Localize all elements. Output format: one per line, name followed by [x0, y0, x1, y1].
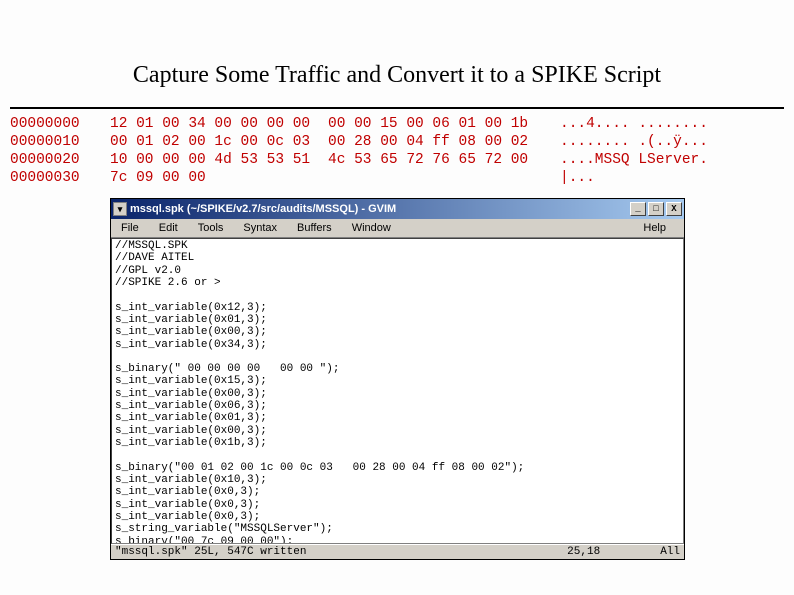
menu-window[interactable]: Window — [346, 221, 405, 235]
menu-help[interactable]: Help — [637, 221, 680, 235]
hex-dump: 0000000012 01 00 34 00 00 00 0000 00 15 … — [10, 107, 784, 188]
minimize-button[interactable]: _ — [630, 202, 646, 216]
gvim-window: ▾ mssql.spk (~/SPIKE/v2.7/src/audits/MSS… — [110, 198, 685, 560]
page-title: Capture Some Traffic and Convert it to a… — [0, 0, 794, 89]
hex-bytes: 10 00 00 00 4d 53 53 51 — [110, 151, 328, 169]
statusbar: "mssql.spk" 25L, 547C written 25,18 All — [111, 544, 684, 559]
status-file: "mssql.spk" 25L, 547C written — [115, 546, 567, 558]
status-scroll-mode: All — [660, 546, 680, 558]
window-title: mssql.spk (~/SPIKE/v2.7/src/audits/MSSQL… — [130, 203, 628, 215]
titlebar[interactable]: ▾ mssql.spk (~/SPIKE/v2.7/src/audits/MSS… — [111, 199, 684, 219]
hex-bytes: 7c 09 00 00 — [110, 169, 328, 187]
close-button[interactable]: X — [666, 202, 682, 216]
menu-file[interactable]: File — [115, 221, 153, 235]
hex-offset: 00000010 — [10, 133, 110, 151]
hex-offset: 00000000 — [10, 115, 110, 133]
hex-bytes: 00 00 15 00 06 01 00 1b — [328, 115, 560, 133]
editor-text-area[interactable]: //MSSQL.SPK //DAVE AITEL //GPL v2.0 //SP… — [111, 238, 684, 544]
menu-edit[interactable]: Edit — [153, 221, 192, 235]
hex-offset: 00000020 — [10, 151, 110, 169]
hex-ascii: ...4.... ........ — [560, 115, 708, 133]
maximize-button[interactable]: □ — [648, 202, 664, 216]
hex-ascii: ....MSSQ LServer. — [560, 151, 708, 169]
hex-ascii: ........ .(..ÿ... — [560, 133, 708, 151]
hex-bytes: 12 01 00 34 00 00 00 00 — [110, 115, 328, 133]
menubar: File Edit Tools Syntax Buffers Window He… — [111, 219, 684, 238]
hex-offset: 00000030 — [10, 169, 110, 187]
hex-row: 0000000012 01 00 34 00 00 00 0000 00 15 … — [10, 115, 784, 133]
hex-row: 000000307c 09 00 00 |... — [10, 169, 784, 187]
hex-ascii: |... — [560, 169, 595, 187]
menu-tools[interactable]: Tools — [192, 221, 238, 235]
hex-bytes: 00 01 02 00 1c 00 0c 03 — [110, 133, 328, 151]
hex-bytes: 00 28 00 04 ff 08 00 02 — [328, 133, 560, 151]
status-cursor-position: 25,18 — [567, 546, 600, 558]
hex-bytes: 4c 53 65 72 76 65 72 00 — [328, 151, 560, 169]
hex-row: 0000001000 01 02 00 1c 00 0c 0300 28 00 … — [10, 133, 784, 151]
hex-row: 0000002010 00 00 00 4d 53 53 514c 53 65 … — [10, 151, 784, 169]
menu-syntax[interactable]: Syntax — [237, 221, 291, 235]
system-menu-icon[interactable]: ▾ — [113, 202, 127, 216]
menu-buffers[interactable]: Buffers — [291, 221, 346, 235]
